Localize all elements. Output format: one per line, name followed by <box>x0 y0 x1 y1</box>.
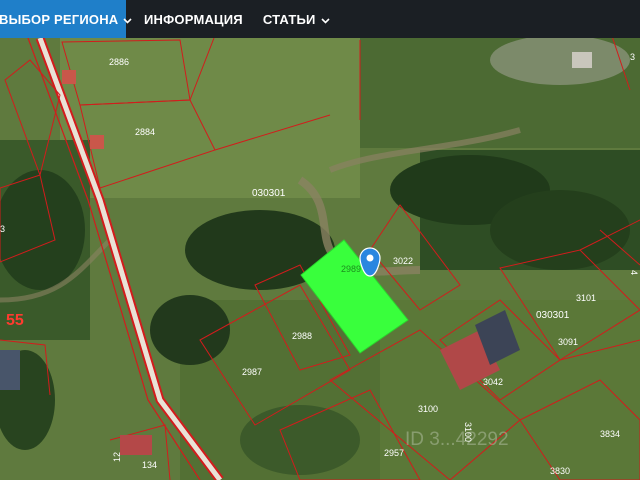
plot-number-2987: 2987 <box>242 367 262 377</box>
plot-number-4: 4 <box>629 270 639 275</box>
plot-number-3042: 3042 <box>483 377 503 387</box>
region-select-button[interactable]: ВЫБОР РЕГИОНА <box>0 0 132 38</box>
plot-number-3830: 3830 <box>550 466 570 476</box>
plot-number-3-right: 3 <box>630 52 635 62</box>
building <box>62 70 76 84</box>
plot-number-3: 3 <box>0 224 5 234</box>
large-red-number: 55 <box>6 312 24 329</box>
plot-number-2886: 2886 <box>109 57 129 67</box>
plot-number-2988: 2988 <box>292 331 312 341</box>
selected-plot-number: 2989 <box>341 264 361 274</box>
chevron-down-icon <box>123 12 132 27</box>
chevron-down-icon <box>321 12 330 27</box>
plot-number-2957: 2957 <box>384 448 404 458</box>
quarter-label: 030301 <box>536 310 570 321</box>
top-navigation-bar: ВЫБОР РЕГИОНА ИНФОРМАЦИЯ СТАТЬИ <box>0 0 640 38</box>
building <box>572 52 592 68</box>
building <box>0 350 20 390</box>
plot-number-3834: 3834 <box>600 429 620 439</box>
watermark: ID 3...42292 <box>405 429 509 450</box>
plot-number-3100: 3100 <box>418 404 438 414</box>
building <box>120 435 152 455</box>
satellite-map[interactable]: 2886 2884 030301 030301 3022 2989 2988 2… <box>0 38 640 480</box>
plot-number-3022: 3022 <box>393 256 413 266</box>
articles-label: СТАТЬИ <box>262 11 316 27</box>
plot-number-2884: 2884 <box>135 127 155 137</box>
information-menu-item[interactable]: ИНФОРМАЦИЯ <box>144 0 243 38</box>
plot-number-134: 134 <box>142 460 157 470</box>
quarter-label: 030301 <box>252 188 286 199</box>
plot-number-12: 12 <box>112 452 122 462</box>
articles-menu-item[interactable]: СТАТЬИ <box>263 0 330 38</box>
plot-number-3091: 3091 <box>558 337 578 347</box>
building <box>90 135 104 149</box>
plot-number-3101: 3101 <box>576 293 596 303</box>
region-select-label: ВЫБОР РЕГИОНА <box>0 11 119 27</box>
